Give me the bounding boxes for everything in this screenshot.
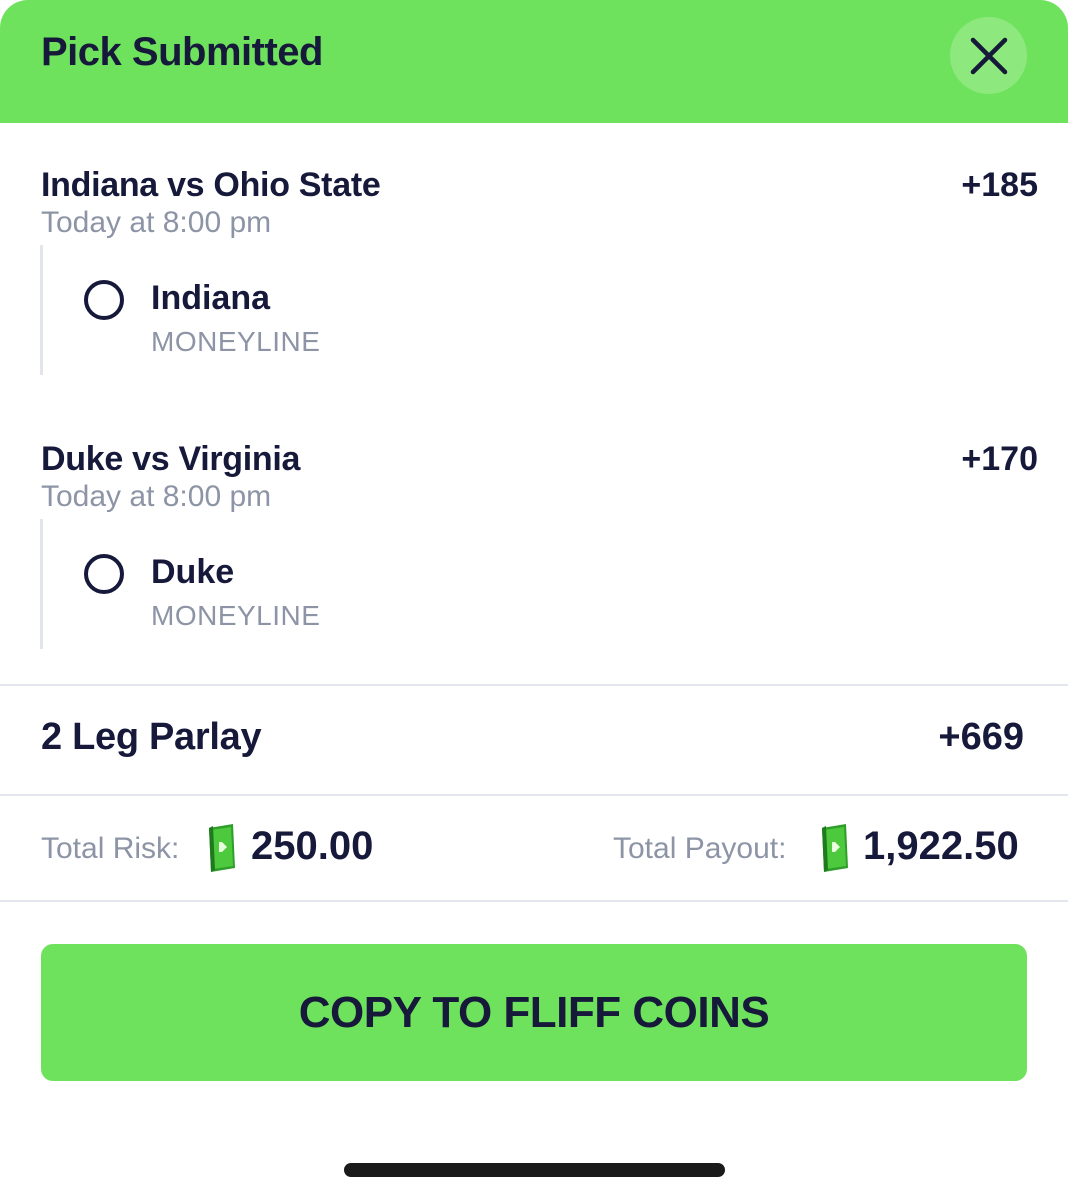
cash-icon [209, 824, 235, 872]
copy-button-label: COPY TO FLIFF COINS [298, 987, 770, 1037]
total-payout-label: Total Payout: [613, 832, 787, 865]
leg-game-time: Today at 8:00 pm [41, 206, 272, 239]
total-payout-value: 1,922.50 [863, 824, 1019, 868]
leg-divider-rail [40, 519, 43, 649]
leg-pick-team: Indiana [151, 279, 271, 317]
leg-game-title: Duke vs Virginia [41, 440, 301, 478]
parlay-odds: +669 [938, 716, 1024, 758]
total-risk-label: Total Risk: [41, 832, 180, 865]
leg-game-time: Today at 8:00 pm [41, 480, 272, 513]
cash-icon [822, 824, 848, 872]
copy-to-fliff-coins-button[interactable]: COPY TO FLIFF COINS [41, 944, 1027, 1081]
leg-market-type: MONEYLINE [151, 326, 321, 357]
radio-unselected-icon[interactable] [84, 554, 124, 594]
page-title: Pick Submitted [41, 30, 323, 74]
leg-pick-team: Duke [151, 553, 235, 591]
pick-submitted-sheet: Pick Submitted Indiana vs Ohio State +18… [0, 0, 1068, 1199]
divider [0, 684, 1068, 686]
header: Pick Submitted [0, 0, 1068, 123]
radio-unselected-icon[interactable] [84, 280, 124, 320]
total-risk-value: 250.00 [251, 824, 374, 868]
leg-odds: +185 [961, 166, 1038, 204]
divider [0, 900, 1068, 902]
leg-odds: +170 [961, 440, 1038, 478]
divider [0, 794, 1068, 796]
close-button[interactable] [950, 17, 1027, 94]
leg-game-title: Indiana vs Ohio State [41, 166, 381, 204]
leg-market-type: MONEYLINE [151, 600, 321, 631]
parlay-label: 2 Leg Parlay [41, 716, 262, 758]
leg-divider-rail [40, 245, 43, 375]
close-icon [970, 37, 1007, 74]
home-indicator[interactable] [344, 1163, 725, 1177]
